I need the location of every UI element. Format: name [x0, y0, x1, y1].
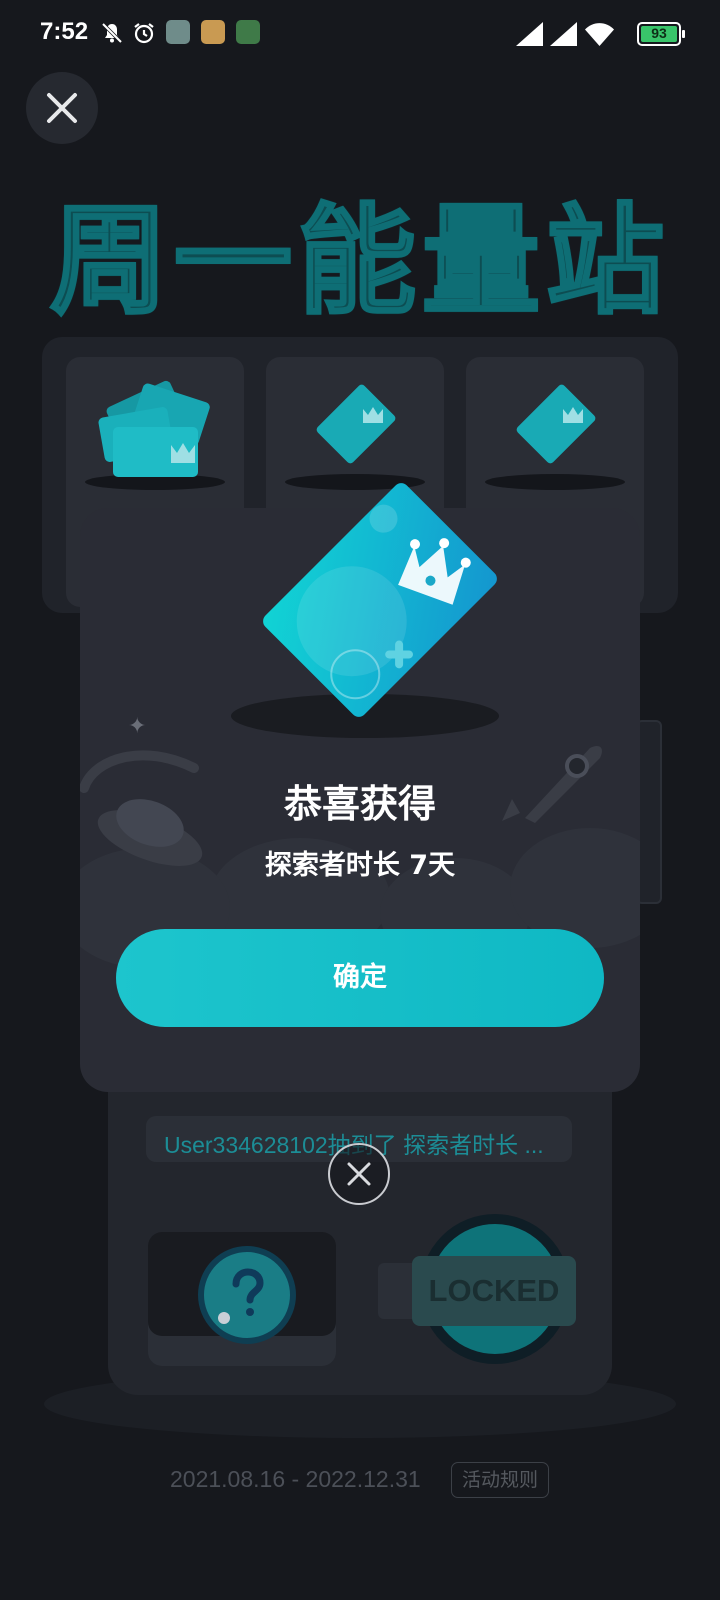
rules-button[interactable]: 活动规则 — [451, 1462, 549, 1498]
reward-name: 探索者时长 7天 — [264, 850, 456, 881]
app-icon-music — [236, 20, 260, 44]
battery-level: 93 — [651, 25, 667, 41]
question-icon — [218, 1268, 264, 1324]
bell-off-icon — [101, 22, 123, 44]
signal-icon-2 — [550, 22, 577, 46]
status-bar: 7:52 93 — [0, 0, 720, 70]
page-title: 周一能量站 — [48, 191, 670, 332]
status-time: 7:52 — [40, 18, 89, 45]
close-icon — [347, 1162, 371, 1186]
card-stack-icon — [98, 380, 210, 477]
reward-card-icon — [263, 483, 497, 717]
confirm-button[interactable]: 确定 — [116, 929, 604, 1027]
dialog-close-button[interactable] — [328, 1143, 390, 1205]
event-date-range: 2021.08.16 - 2022.12.31 — [170, 1466, 421, 1492]
locked-label: LOCKED — [412, 1256, 576, 1326]
close-button[interactable] — [26, 72, 98, 144]
alarm-icon — [134, 23, 154, 44]
app-icon-camera — [201, 20, 225, 44]
dialog-title: 恭喜获得 — [283, 782, 436, 826]
wifi-icon — [585, 23, 614, 46]
app-icon-gallery — [166, 20, 190, 44]
close-icon — [47, 93, 77, 123]
mystery-coin[interactable] — [198, 1246, 296, 1344]
signal-icon — [516, 22, 543, 46]
battery-icon: 93 — [637, 22, 685, 46]
sparkle-icon: ✦ — [128, 714, 147, 739]
